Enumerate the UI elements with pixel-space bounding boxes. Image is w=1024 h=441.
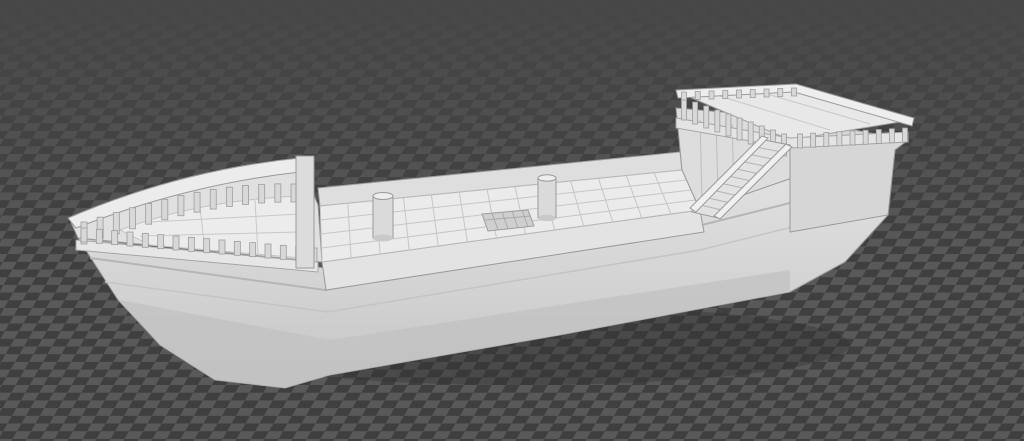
baluster <box>722 90 729 99</box>
baluster <box>708 90 715 100</box>
baluster <box>763 88 770 98</box>
baluster <box>279 244 287 260</box>
baluster <box>193 191 201 213</box>
baluster <box>187 236 195 252</box>
baluster <box>736 117 743 141</box>
scene-canvas[interactable] <box>0 0 1024 441</box>
baluster <box>703 105 710 129</box>
mast-stub <box>537 174 557 222</box>
baluster <box>791 87 797 97</box>
baluster <box>145 202 153 225</box>
baluster <box>749 89 756 98</box>
baluster <box>862 129 869 145</box>
baluster <box>694 91 701 100</box>
baluster <box>177 195 185 217</box>
baluster <box>95 228 103 244</box>
baluster <box>111 230 119 246</box>
baluster <box>681 97 687 121</box>
baluster <box>209 189 217 210</box>
baluster <box>875 129 882 144</box>
baluster <box>681 91 687 101</box>
baluster <box>747 121 754 145</box>
baluster <box>161 198 169 221</box>
baluster <box>902 127 908 143</box>
baluster <box>714 109 721 133</box>
baluster <box>849 130 856 146</box>
baluster <box>157 234 165 250</box>
baluster <box>258 183 266 204</box>
baluster <box>242 185 249 205</box>
baluster <box>233 240 241 256</box>
baluster <box>274 183 282 203</box>
baluster <box>692 101 699 125</box>
baluster <box>736 89 742 99</box>
baluster <box>80 227 88 243</box>
baluster <box>823 132 830 147</box>
baluster <box>141 232 149 248</box>
baluster <box>264 243 272 259</box>
baluster <box>797 133 803 149</box>
baluster <box>126 231 134 247</box>
baluster <box>172 235 180 251</box>
baluster <box>836 131 843 147</box>
baluster <box>810 132 817 148</box>
baluster <box>777 88 784 97</box>
baluster <box>225 186 233 207</box>
baluster <box>249 242 257 258</box>
baluster <box>129 207 136 230</box>
baluster <box>203 238 211 254</box>
mast-stub <box>372 192 394 242</box>
baluster <box>725 113 732 137</box>
baluster <box>888 128 895 144</box>
bow-post <box>295 155 315 269</box>
3d-viewport[interactable] <box>0 0 1024 441</box>
baluster <box>218 239 226 255</box>
